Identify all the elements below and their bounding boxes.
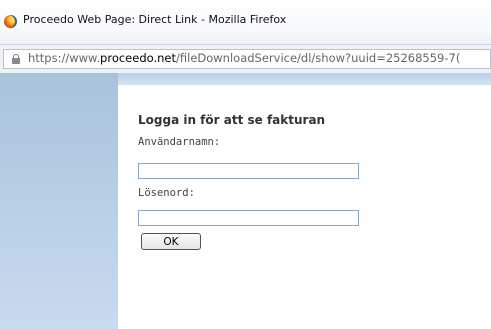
ok-button[interactable]: OK bbox=[141, 233, 201, 250]
username-label: Användarnamn: bbox=[138, 136, 221, 148]
left-panel bbox=[0, 73, 118, 329]
top-strip bbox=[118, 73, 491, 85]
url-domain: proceedo.net bbox=[100, 51, 176, 65]
login-heading: Logga in för att se fakturan bbox=[138, 113, 326, 127]
password-input[interactable] bbox=[138, 210, 359, 226]
navigation-bar: https://www.proceedo.net/fileDownloadSer… bbox=[0, 44, 491, 74]
url-text[interactable]: https://www.proceedo.net/fileDownloadSer… bbox=[28, 51, 460, 65]
login-form: Logga in för att se fakturan Användarnam… bbox=[120, 85, 491, 329]
firefox-icon bbox=[4, 15, 17, 28]
username-input[interactable] bbox=[138, 163, 359, 179]
page-content: Logga in för att se fakturan Användarnam… bbox=[0, 73, 491, 329]
password-label: Lösenord: bbox=[138, 187, 195, 199]
lock-icon[interactable] bbox=[11, 54, 21, 64]
window-title: Proceedo Web Page: Direct Link - Mozilla… bbox=[23, 13, 287, 26]
address-field[interactable]: https://www.proceedo.net/fileDownloadSer… bbox=[3, 49, 491, 69]
window-titlebar: Proceedo Web Page: Direct Link - Mozilla… bbox=[0, 0, 491, 44]
